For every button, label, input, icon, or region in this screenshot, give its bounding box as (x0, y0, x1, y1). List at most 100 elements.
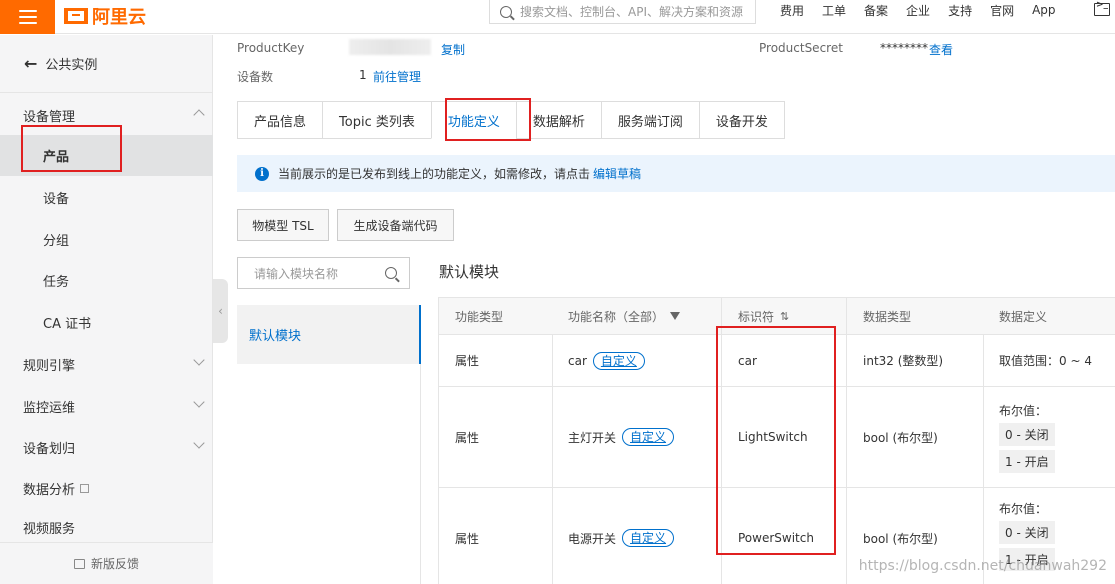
sidebar-group-monitor[interactable]: 监控运维 (0, 385, 213, 427)
module-search-placeholder: 请输入模块名称 (254, 266, 339, 281)
tab-data-parsing[interactable]: 数据解析 (515, 101, 601, 139)
sidebar-item-ca-cert[interactable]: CA 证书 (0, 302, 213, 343)
header-label: 数据类型 (863, 309, 912, 324)
top-link-billing[interactable]: 费用 (780, 2, 804, 19)
module-search-input[interactable]: 请输入模块名称 (237, 257, 410, 289)
aliyun-logo[interactable]: 阿里云 (64, 3, 146, 29)
view-secret-link[interactable]: 查看 (929, 41, 953, 58)
product-key-value-redacted (349, 39, 431, 55)
arrow-left-icon: ← (24, 54, 38, 73)
definition-label: 布尔值： (999, 403, 1048, 418)
sidebar-group-analytics[interactable]: 数据分析 (0, 467, 213, 509)
external-link-icon (80, 483, 90, 493)
header-function-name[interactable]: 功能名称（全部） (552, 298, 722, 335)
top-link-enterprise[interactable]: 企业 (906, 2, 930, 19)
custom-tag[interactable]: 自定义 (592, 351, 645, 370)
top-link-website[interactable]: 官网 (990, 2, 1014, 19)
tab-topic-list[interactable]: Topic 类列表 (322, 101, 431, 139)
search-icon (385, 267, 397, 279)
sidebar: ← 公共实例 设备管理 产品 设备 分组 任务 CA 证书 规则引擎 监控运维 … (0, 35, 213, 584)
chevron-down-icon (193, 354, 205, 366)
terminal-icon[interactable] (1094, 0, 1110, 16)
cell-type: 属性 (439, 387, 553, 488)
custom-tag[interactable]: 自定义 (622, 529, 675, 547)
tsl-button[interactable]: 物模型 TSL (237, 209, 329, 241)
info-icon: i (255, 166, 269, 181)
product-secret-value: ******** (880, 41, 928, 55)
function-table: 功能类型 功能名称（全部） 标识符 ⇅ 数据类型 数据定义 属性 car 自定义 c… (438, 297, 1115, 584)
top-links: 费用 工单 备案 企业 支持 官网 App (780, 0, 1074, 20)
manage-devices-link[interactable]: 前往管理 (373, 68, 421, 85)
sidebar-item-product[interactable]: 产品 (0, 135, 213, 176)
group-label: 数据分析 (23, 482, 76, 498)
hamburger-menu-button[interactable] (0, 0, 55, 34)
tab-device-development[interactable]: 设备开发 (698, 101, 785, 139)
cell-identifier: car (722, 335, 847, 387)
global-search-input[interactable]: 搜索文档、控制台、API、解决方案和资源 (489, 0, 756, 24)
sidebar-item-task[interactable]: 任务 (0, 260, 213, 301)
header-function-type: 功能类型 (439, 298, 553, 335)
function-name: car (568, 353, 587, 368)
header-data-type: 数据类型 (847, 298, 984, 335)
item-label: CA 证书 (43, 317, 92, 332)
bool-value-chip: 0 - 关闭 (999, 521, 1055, 544)
product-tabs: 产品信息 Topic 类列表 功能定义 数据解析 服务端订阅 设备开发 (237, 101, 785, 139)
group-label: 视频服务 (23, 522, 76, 537)
sidebar-collapse-handle[interactable]: ‹ (213, 279, 228, 343)
bool-value-chip: 1 - 开启 (999, 449, 1055, 473)
generate-code-button[interactable]: 生成设备端代码 (337, 209, 454, 241)
function-name: 主灯开关 (568, 430, 617, 445)
cell-name: car 自定义 (552, 335, 722, 387)
sidebar-group-assign[interactable]: 设备划归 (0, 426, 213, 468)
sidebar-item-device[interactable]: 设备 (0, 177, 213, 218)
function-name: 电源开关 (568, 531, 617, 546)
copy-link[interactable]: 复制 (441, 41, 465, 58)
tab-server-subscription[interactable]: 服务端订阅 (600, 101, 699, 139)
back-label: 公共实例 (45, 58, 98, 73)
chevron-down-icon (193, 396, 205, 408)
header-label: 功能类型 (455, 309, 504, 324)
item-label: 分组 (43, 234, 70, 249)
module-item-default[interactable]: 默认模块 (237, 305, 421, 364)
back-to-instance[interactable]: ← 公共实例 (0, 35, 213, 93)
sidebar-item-group[interactable]: 分组 (0, 219, 213, 260)
chevron-left-icon: ‹ (218, 304, 223, 318)
cell-data-definition: 布尔值： 0 - 关闭 1 - 开启 (983, 387, 1115, 488)
cell-identifier: PowerSwitch (722, 488, 847, 584)
feedback-button[interactable]: 新版反馈 (0, 542, 213, 584)
product-key-label: ProductKey (237, 41, 305, 55)
product-secret-label: ProductSecret (759, 41, 843, 55)
item-label: 任务 (43, 275, 70, 290)
tab-product-info[interactable]: 产品信息 (237, 101, 323, 139)
info-notice: i 当前展示的是已发布到线上的功能定义，如需修改，请点击 编辑草稿 (237, 155, 1115, 192)
header-data-definition: 数据定义 (983, 298, 1115, 335)
top-link-tickets[interactable]: 工单 (822, 2, 846, 19)
item-label: 产品 (43, 150, 70, 165)
cell-data-type: int32 (整数型) (847, 335, 984, 387)
cell-data-definition: 取值范围：0 ~ 4 (983, 335, 1115, 387)
watermark: https://blog.csdn.net/chuanwah292 (858, 558, 1107, 574)
tab-function-definition[interactable]: 功能定义 (430, 101, 516, 139)
search-icon (500, 5, 512, 18)
top-link-support[interactable]: 支持 (948, 2, 972, 19)
sidebar-group-video[interactable]: 视频服务 (0, 509, 213, 537)
cell-type: 属性 (439, 488, 553, 584)
group-label: 规则引擎 (23, 358, 76, 374)
top-link-app[interactable]: App (1032, 3, 1055, 17)
top-link-icp[interactable]: 备案 (864, 2, 888, 19)
custom-tag[interactable]: 自定义 (622, 428, 675, 446)
group-label: 监控运维 (23, 400, 76, 416)
logo-text: 阿里云 (92, 7, 146, 28)
cell-data-type: bool (布尔型) (847, 387, 984, 488)
edit-draft-link[interactable]: 编辑草稿 (593, 165, 641, 182)
header-identifier[interactable]: 标识符 ⇅ (722, 298, 847, 335)
feedback-label: 新版反馈 (90, 557, 139, 571)
chevron-down-icon (193, 437, 205, 449)
sort-icon[interactable]: ⇅ (780, 310, 789, 323)
cell-name: 电源开关 自定义 (552, 488, 722, 584)
sidebar-group-device-mgmt[interactable]: 设备管理 (0, 94, 213, 136)
filter-icon[interactable] (670, 312, 681, 320)
item-label: 设备 (43, 192, 70, 207)
module-list: 默认模块 (237, 305, 421, 584)
sidebar-group-rules[interactable]: 规则引擎 (0, 343, 213, 385)
